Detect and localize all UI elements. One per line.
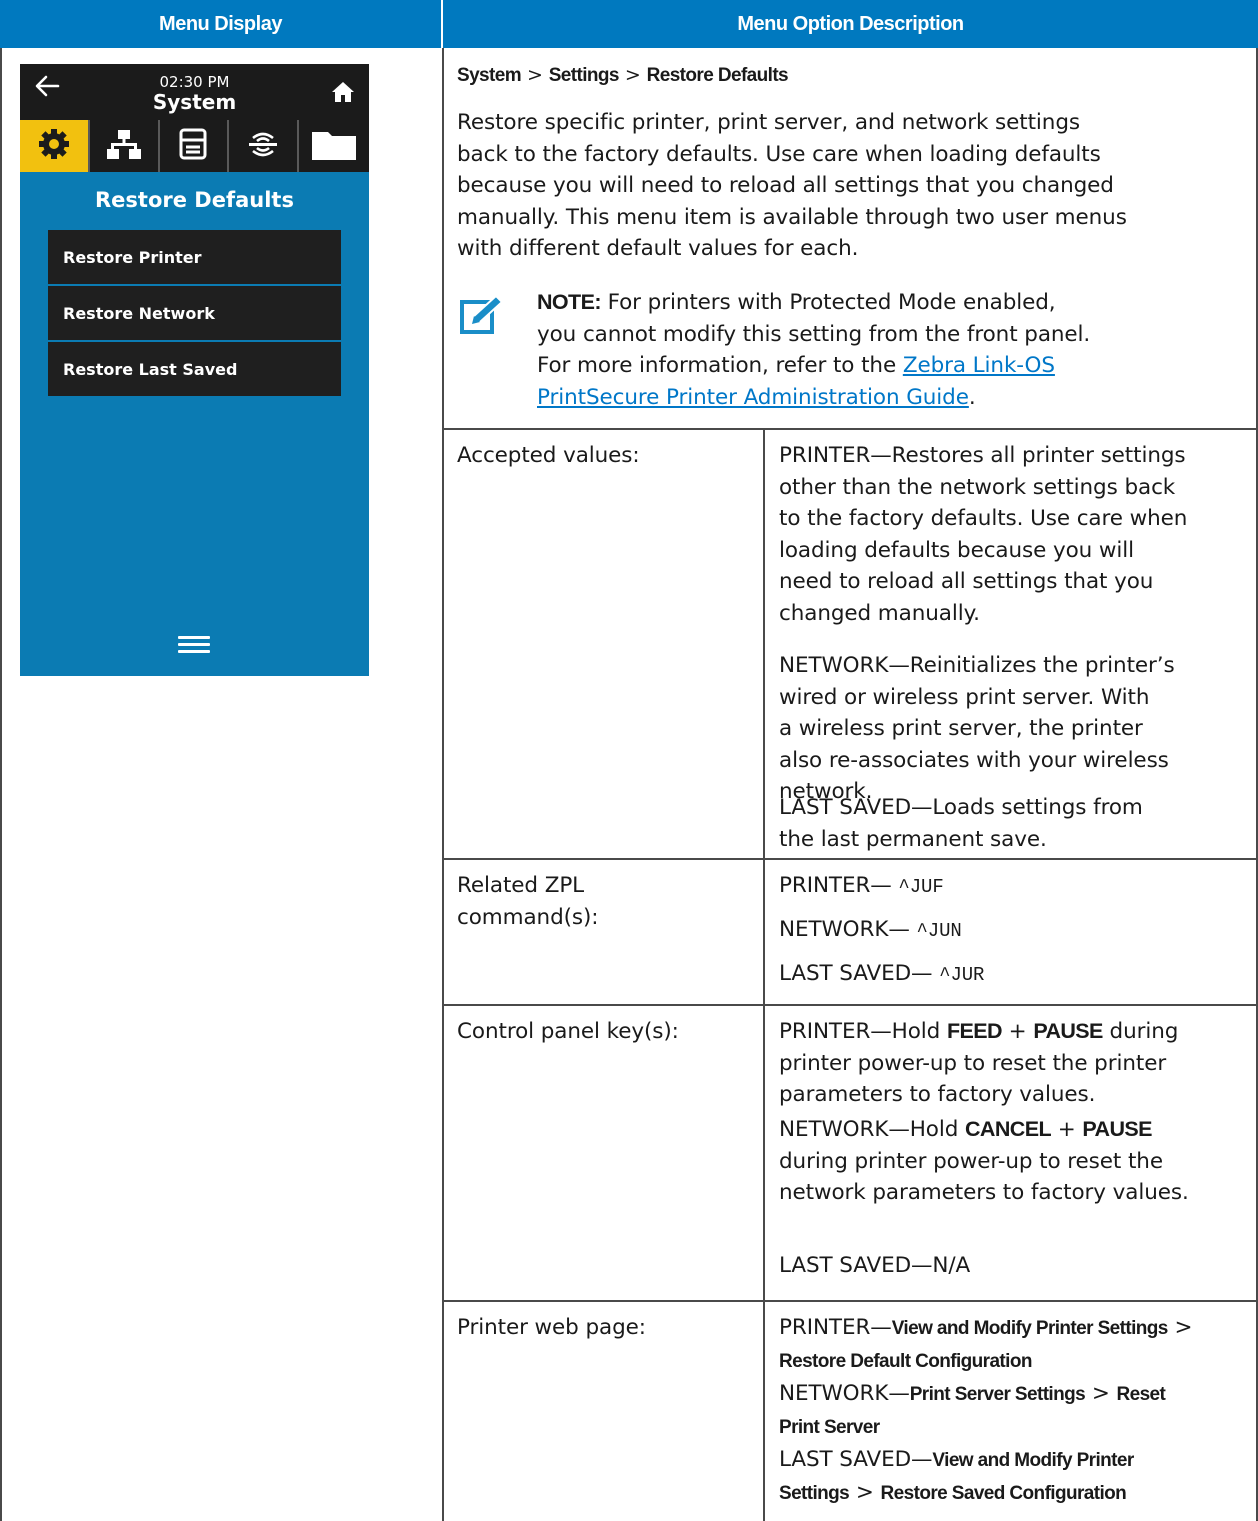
table-border-left [0,48,2,1521]
keys-last-saved: LAST SAVED—N/A [779,1253,971,1278]
column-header-menu-display: Menu Display [0,0,443,48]
keys-network: NETWORK—Hold CANCEL + PAUSE during print… [779,1117,1189,1205]
row-label-related-zpl: Related ZPL command(s): [457,873,599,930]
note-text: NOTE: For printers with Protected Mode e… [537,290,1091,410]
accepted-values-network: NETWORK—Reinitializes the printer’s wire… [779,653,1175,804]
screen-title: System [152,90,237,114]
screen-tab-bar [20,120,369,172]
menu-item-restore-printer[interactable]: Restore Printer [48,230,341,284]
description-paragraph: Restore specific printer, print server, … [457,110,1127,261]
gear-icon [36,126,72,166]
zpl-last-saved: LAST SAVED— ^JUR [779,961,985,986]
network-icon [106,126,142,166]
row-label-control-panel-keys: Control panel key(s): [457,1019,679,1044]
row-divider-web [442,1300,1258,1302]
column-header-menu-option-description: Menu Option Description [443,0,1258,48]
row-divider-1 [442,428,1258,430]
table-border-inner [763,428,765,1521]
tab-settings[interactable] [20,120,90,172]
clock-time: 02:30 PM [159,73,230,91]
printer-icon [175,126,211,166]
admin-guide-link-continued[interactable]: PrintSecure Printer Administration Guide [537,385,969,410]
zpl-printer: PRINTER— ^JUF [779,873,944,898]
row-label-printer-web-page: Printer web page: [457,1315,646,1340]
row-divider-keys [442,1004,1258,1006]
accepted-values-printer: PRINTER—Restores all printer settings ot… [779,443,1188,626]
admin-guide-link[interactable]: Zebra Link-OS [903,353,1055,378]
home-icon[interactable] [331,80,355,104]
hamburger-menu-icon[interactable] [178,636,210,657]
zpl-network: NETWORK— ^JUN [779,917,962,942]
accepted-values-last-saved: LAST SAVED—Loads settings from the last … [779,795,1143,852]
tab-storage[interactable] [299,120,369,172]
breadcrumb: System > Settings > Restore Defaults [457,64,789,86]
row-divider-zpl [442,858,1258,860]
web-last-saved: LAST SAVED—View and Modify Printer Setti… [779,1447,1134,1505]
web-network: NETWORK—Print Server Settings > Reset Pr… [779,1381,1166,1438]
folder-icon [310,126,358,166]
screen-section-title: Restore Defaults [95,188,294,212]
row-label-accepted-values: Accepted values: [457,443,640,468]
printer-screen: 02:30 PM System Restore Defaults Restore… [20,64,369,676]
web-printer: PRINTER—View and Modify Printer Settings… [779,1315,1193,1372]
wireless-icon [245,126,281,166]
screen-top-bar: 02:30 PM System [20,64,369,120]
tab-print[interactable] [160,120,230,172]
menu-item-restore-last-saved[interactable]: Restore Last Saved [48,342,341,396]
tab-network[interactable] [90,120,160,172]
menu-item-restore-network[interactable]: Restore Network [48,286,341,340]
tab-connection[interactable] [229,120,300,172]
note-icon [458,292,510,348]
keys-printer: PRINTER—Hold FEED + PAUSE during printer… [779,1019,1179,1107]
